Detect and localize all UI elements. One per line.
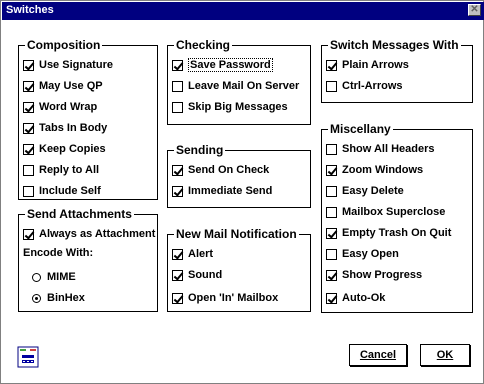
window-title: Switches [6,4,54,16]
checkbox-box[interactable] [172,269,183,281]
open-in-mailbox-checkbox[interactable]: Open 'In' Mailbox [172,291,278,305]
checkbox-box[interactable] [326,292,337,304]
checkbox-box[interactable] [326,185,337,197]
save-password-checkbox[interactable]: Save Password [172,58,273,72]
checkbox-box[interactable] [326,206,337,218]
checkbox-box[interactable] [172,80,183,92]
checkbox-box[interactable] [23,185,34,197]
zoom-windows-checkbox[interactable]: Zoom Windows [326,163,423,177]
sound-checkbox[interactable]: Sound [172,268,222,282]
word-wrap-checkbox[interactable]: Word Wrap [23,100,97,114]
leave-mail-on-server-checkbox[interactable]: Leave Mail On Server [172,79,299,93]
binhex-radio[interactable]: BinHex [32,291,85,305]
auto-ok-checkbox[interactable]: Auto-Ok [326,291,385,305]
may-use-qp-checkbox[interactable]: May Use QP [23,79,103,93]
show-all-headers-checkbox[interactable]: Show All Headers [326,142,435,156]
always-as-attachment-checkbox[interactable]: Always as Attachment [23,227,155,241]
sending-group-title: Sending [174,142,226,158]
checkbox-box[interactable] [23,59,34,71]
checkbox-box[interactable] [172,59,183,71]
send-on-check-checkbox[interactable]: Send On Check [172,163,269,177]
ctrl-arrows-checkbox[interactable]: Ctrl-Arrows [326,79,403,93]
checkbox-box[interactable] [172,185,183,197]
switch-messages-group: Switch Messages With [321,37,473,103]
keep-copies-checkbox[interactable]: Keep Copies [23,142,106,156]
use-signature-checkbox[interactable]: Use Signature [23,58,113,72]
cancel-button[interactable]: Cancel [349,344,407,366]
reply-to-all-checkbox[interactable]: Reply to All [23,163,99,177]
checkbox-box[interactable] [326,143,337,155]
checkbox-box[interactable] [23,228,34,240]
composition-group-title: Composition [25,37,103,53]
easy-open-checkbox[interactable]: Easy Open [326,247,399,261]
switch-messages-group-title: Switch Messages With [328,37,461,53]
app-document-icon [17,346,39,368]
miscellany-group-title: Miscellany [328,121,393,137]
ok-button[interactable]: OK [420,344,470,366]
checkbox-box[interactable] [326,269,337,281]
plain-arrows-checkbox[interactable]: Plain Arrows [326,58,409,72]
title-bar: Switches ✕ [2,2,484,20]
encode-with-label: Encode With: [23,247,94,259]
switches-dialog: Switches ✕ Composition Use Signature May… [0,0,484,384]
checkbox-box[interactable] [23,143,34,155]
easy-delete-checkbox[interactable]: Easy Delete [326,184,404,198]
miscellany-group: Miscellany [321,121,473,313]
checkbox-box[interactable] [326,59,337,71]
mime-radio[interactable]: MIME [32,270,76,284]
checkbox-box[interactable] [326,164,337,176]
new-mail-notification-group-title: New Mail Notification [174,226,299,242]
checkbox-box[interactable] [326,227,337,239]
checkbox-box[interactable] [172,101,183,113]
tabs-in-body-checkbox[interactable]: Tabs In Body [23,121,107,135]
checkbox-box[interactable] [172,248,183,260]
radio-circle[interactable] [32,293,41,303]
checkbox-box[interactable] [23,164,34,176]
checkbox-box[interactable] [326,248,337,260]
checkbox-box[interactable] [172,292,183,304]
skip-big-messages-checkbox[interactable]: Skip Big Messages [172,100,288,114]
empty-trash-on-quit-checkbox[interactable]: Empty Trash On Quit [326,226,451,240]
close-icon[interactable]: ✕ [468,4,481,16]
send-attachments-group-title: Send Attachments [25,206,134,222]
mailbox-superclose-checkbox[interactable]: Mailbox Superclose [326,205,445,219]
checkbox-box[interactable] [23,101,34,113]
checkbox-box[interactable] [172,164,183,176]
checkbox-box[interactable] [326,80,337,92]
checking-group-title: Checking [174,37,233,53]
show-progress-checkbox[interactable]: Show Progress [326,268,422,282]
checkbox-box[interactable] [23,80,34,92]
alert-checkbox[interactable]: Alert [172,247,213,261]
include-self-checkbox[interactable]: Include Self [23,184,101,198]
sending-group: Sending [167,142,311,208]
checkbox-box[interactable] [23,122,34,134]
radio-circle[interactable] [32,272,41,282]
immediate-send-checkbox[interactable]: Immediate Send [172,184,272,198]
